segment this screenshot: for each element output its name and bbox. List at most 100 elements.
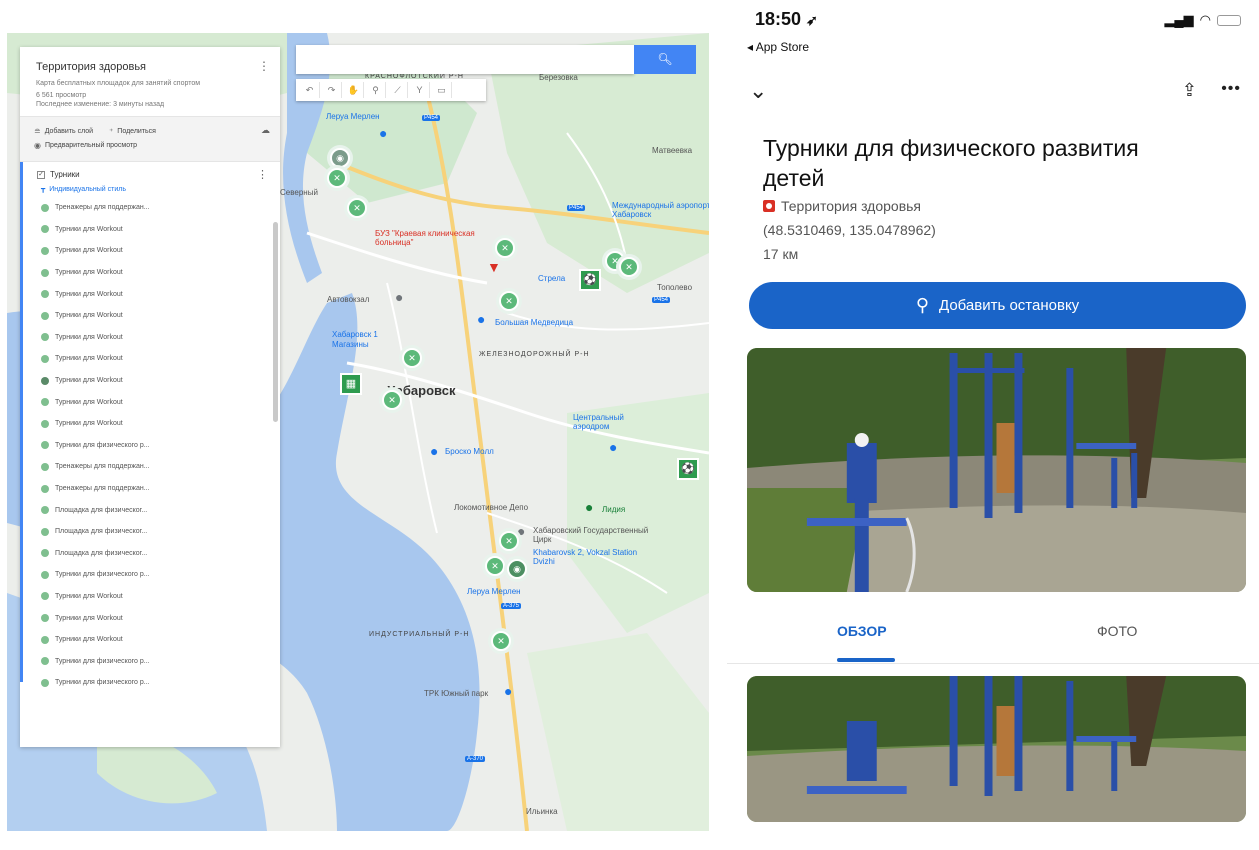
draw-line-icon[interactable]: ⟋ — [388, 82, 408, 98]
map-mall-pin-icon[interactable]: ● — [504, 683, 512, 699]
map-label-mall: ТРК Южный парк — [424, 689, 489, 698]
workout-marker-icon[interactable]: ✕ — [499, 291, 519, 311]
map-pin-icon — [763, 200, 775, 212]
more-options-icon[interactable]: ⋮ — [258, 59, 270, 73]
map-label-place: Стрела — [538, 274, 566, 283]
layer-item[interactable]: Турники для физического р... — [37, 564, 270, 586]
layer-checkbox[interactable]: ✓ — [37, 170, 45, 179]
workout-marker-icon[interactable]: ✕ — [491, 631, 511, 651]
tab-photos[interactable]: ФОТО — [1097, 623, 1137, 639]
layer-item[interactable]: Турники для Workout — [37, 262, 270, 284]
place-list-name: Территория здоровья — [781, 198, 922, 214]
hand-icon[interactable]: ✋ — [344, 82, 364, 98]
map-hospital-pin-icon[interactable]: ▼ — [487, 259, 501, 275]
layer-item[interactable]: Площадка для физическог... — [37, 543, 270, 565]
layer-item[interactable]: Площадка для физическог... — [37, 499, 270, 521]
layer-item[interactable]: Турники для Workout — [37, 219, 270, 241]
workout-marker-icon[interactable]: ◉ — [507, 559, 527, 579]
map-label-place: Матвеевка — [652, 146, 693, 155]
workout-marker-icon[interactable]: ✕ — [347, 198, 367, 218]
layer-item[interactable]: Турники для физического р... — [37, 435, 270, 457]
layer-options-icon[interactable]: ⋮ — [257, 168, 268, 181]
add-marker-icon[interactable]: ⚲ — [366, 82, 386, 98]
map-title[interactable]: Территория здоровья — [36, 61, 266, 73]
layer-item[interactable]: Турники для Workout — [37, 370, 270, 392]
workout-marker-icon[interactable]: ✕ — [485, 556, 505, 576]
map-label-place: Березовка — [539, 73, 578, 82]
marker-dot-icon — [41, 333, 49, 342]
layer-item[interactable]: Турники для Workout — [37, 283, 270, 305]
workout-marker-icon[interactable]: ✕ — [402, 348, 422, 368]
workout-marker-icon[interactable]: ✕ — [382, 390, 402, 410]
layer-item-label: Турники для Workout — [55, 398, 123, 406]
map-side-panel: Территория здоровья Карта бесплатных пло… — [20, 47, 280, 747]
layer-item[interactable]: Площадка для физическог... — [37, 521, 270, 543]
layer-item-label: Площадка для физическог... — [55, 528, 148, 536]
layer-item-label: Турники для физического р... — [55, 441, 150, 449]
layer-item[interactable]: Турники для Workout — [37, 607, 270, 629]
layer-item[interactable]: Турники для Workout — [37, 305, 270, 327]
layer-item[interactable]: Турники для физического р... — [37, 672, 270, 694]
layer-item-label: Турники для Workout — [55, 333, 123, 341]
map-label-hospital: БУЗ "Краевая клиническая больница" — [375, 229, 475, 247]
map-airport-pin-icon[interactable]: ● — [609, 439, 617, 455]
sports-ground-marker-icon[interactable]: ▦ — [340, 373, 362, 395]
layer-name[interactable]: Турники — [50, 170, 80, 179]
place-list-row[interactable]: Территория здоровья — [763, 198, 921, 214]
layer-item[interactable]: Турники для Workout — [37, 327, 270, 349]
layer-item[interactable]: Тренажеры для поддержан... — [37, 478, 270, 500]
layer-item[interactable]: Турники для Workout — [37, 586, 270, 608]
workout-marker-icon[interactable]: ✕ — [619, 257, 639, 277]
layer-item[interactable]: Турники для Workout — [37, 413, 270, 435]
sports-ground-marker-icon[interactable]: ⚽ — [579, 269, 601, 291]
add-stop-button[interactable]: ⚲ Добавить остановку — [749, 282, 1246, 329]
layer-item-label: Турники для Workout — [55, 225, 123, 233]
route-icon[interactable]: Y — [410, 82, 430, 98]
layer-item[interactable]: Тренажеры для поддержан... — [37, 197, 270, 219]
place-photo[interactable] — [747, 348, 1246, 592]
overview-photo[interactable] — [747, 676, 1246, 822]
map-bus-pin-icon[interactable]: ● — [395, 289, 403, 305]
map-label-store: Леруа Мерлен — [467, 587, 521, 596]
marker-dot-icon — [41, 678, 49, 687]
layer-item[interactable]: Турники для Workout — [37, 348, 270, 370]
workout-marker-icon[interactable]: ◉ — [330, 148, 350, 168]
layer-item[interactable]: Тренажеры для поддержан... — [37, 456, 270, 478]
panel-scrollbar[interactable] — [273, 222, 278, 422]
undo-icon[interactable]: ↶ — [300, 82, 320, 98]
paint-roller-icon: ┳ — [41, 186, 46, 193]
layer-items-list: Тренажеры для поддержан... Турники для Wo… — [37, 197, 270, 694]
map-description[interactable]: Карта бесплатных площадок для занятий сп… — [36, 79, 236, 88]
workout-marker-icon[interactable]: ✕ — [327, 168, 347, 188]
search-button[interactable]: 🔍︎ — [634, 45, 696, 74]
redo-icon[interactable]: ↷ — [322, 82, 342, 98]
workout-marker-icon[interactable]: ✕ — [499, 531, 519, 551]
marker-dot-icon — [41, 484, 49, 493]
place-coordinates: (48.5310469, 135.0478962) — [763, 222, 936, 238]
map-store-pin-icon[interactable]: ● — [379, 125, 387, 141]
marker-dot-icon — [41, 549, 49, 558]
layer-item[interactable]: Турники для Workout — [37, 240, 270, 262]
workout-marker-icon[interactable]: ✕ — [495, 238, 515, 258]
layer-item-label: Турники для Workout — [55, 592, 123, 600]
back-to-app-store[interactable]: ◂ App Store — [747, 40, 809, 54]
more-icon[interactable]: ••• — [1221, 80, 1241, 98]
layer-item[interactable]: Турники для Workout — [37, 629, 270, 651]
tab-overview[interactable]: ОБЗОР — [837, 623, 887, 639]
map-mall-pin-icon[interactable]: ● — [430, 443, 438, 459]
share-icon[interactable]: ⇪ — [1182, 80, 1197, 101]
sports-ground-marker-icon[interactable]: ⚽ — [677, 458, 699, 480]
map-store-pin-icon[interactable]: ● — [585, 499, 593, 515]
share-button[interactable]: Поделиться — [117, 125, 156, 139]
layer-item[interactable]: Турники для физического р... — [37, 650, 270, 672]
add-layer-button[interactable]: Добавить слой — [45, 125, 93, 139]
layer-item-label: Турники для Workout — [55, 290, 123, 298]
map-search-input[interactable] — [296, 45, 634, 74]
map-store-pin-icon[interactable]: ● — [477, 311, 485, 327]
chevron-down-icon[interactable]: ⌄ — [749, 78, 767, 104]
layer-item[interactable]: Турники для Workout — [37, 391, 270, 413]
ruler-icon[interactable]: ▭ — [432, 82, 452, 98]
place-distance: 17 км — [763, 246, 799, 262]
preview-button[interactable]: Предварительный просмотр — [45, 139, 137, 153]
layer-style-link[interactable]: Индивидуальный стиль — [49, 186, 126, 193]
